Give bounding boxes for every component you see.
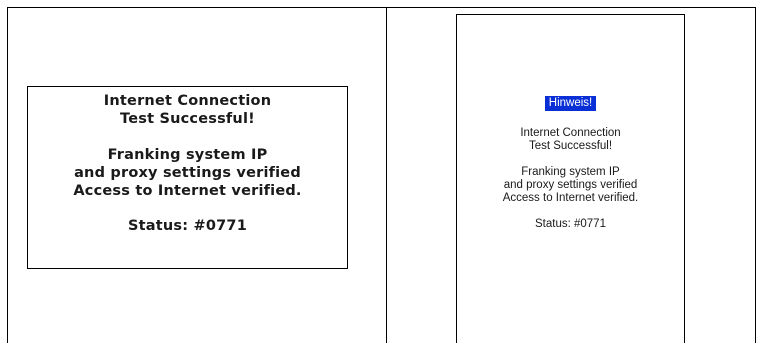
right-spacer xyxy=(457,153,684,166)
right-title-line-1: Internet Connection xyxy=(520,127,621,139)
left-spacer xyxy=(28,128,347,146)
right-message-line-2: and proxy settings verified xyxy=(503,179,638,191)
left-message-line-3: Access to Internet verified. xyxy=(73,183,302,199)
right-display-screen: Hinweis! Internet Connection Test Succes… xyxy=(456,14,685,343)
left-title-line-1: Internet Connection xyxy=(103,93,272,109)
left-spacer xyxy=(28,200,347,217)
left-title-line-2: Test Successful! xyxy=(120,111,255,127)
right-status-text: Status: #0771 xyxy=(535,218,606,230)
right-message-line-3: Access to Internet verified. xyxy=(502,192,639,204)
right-message-line-1: Franking system IP xyxy=(521,166,620,178)
left-display-screen: Internet Connection Test Successful! Fra… xyxy=(27,86,348,269)
table-column-divider xyxy=(386,7,387,343)
right-title-line-2: Test Successful! xyxy=(528,140,613,152)
left-message-line-1: Franking system IP xyxy=(107,147,268,163)
right-spacer xyxy=(457,205,684,218)
hinweis-badge: Hinweis! xyxy=(544,96,597,111)
left-status-text: Status: #0771 xyxy=(128,218,247,234)
left-message-line-2: and proxy settings verified xyxy=(74,165,301,181)
